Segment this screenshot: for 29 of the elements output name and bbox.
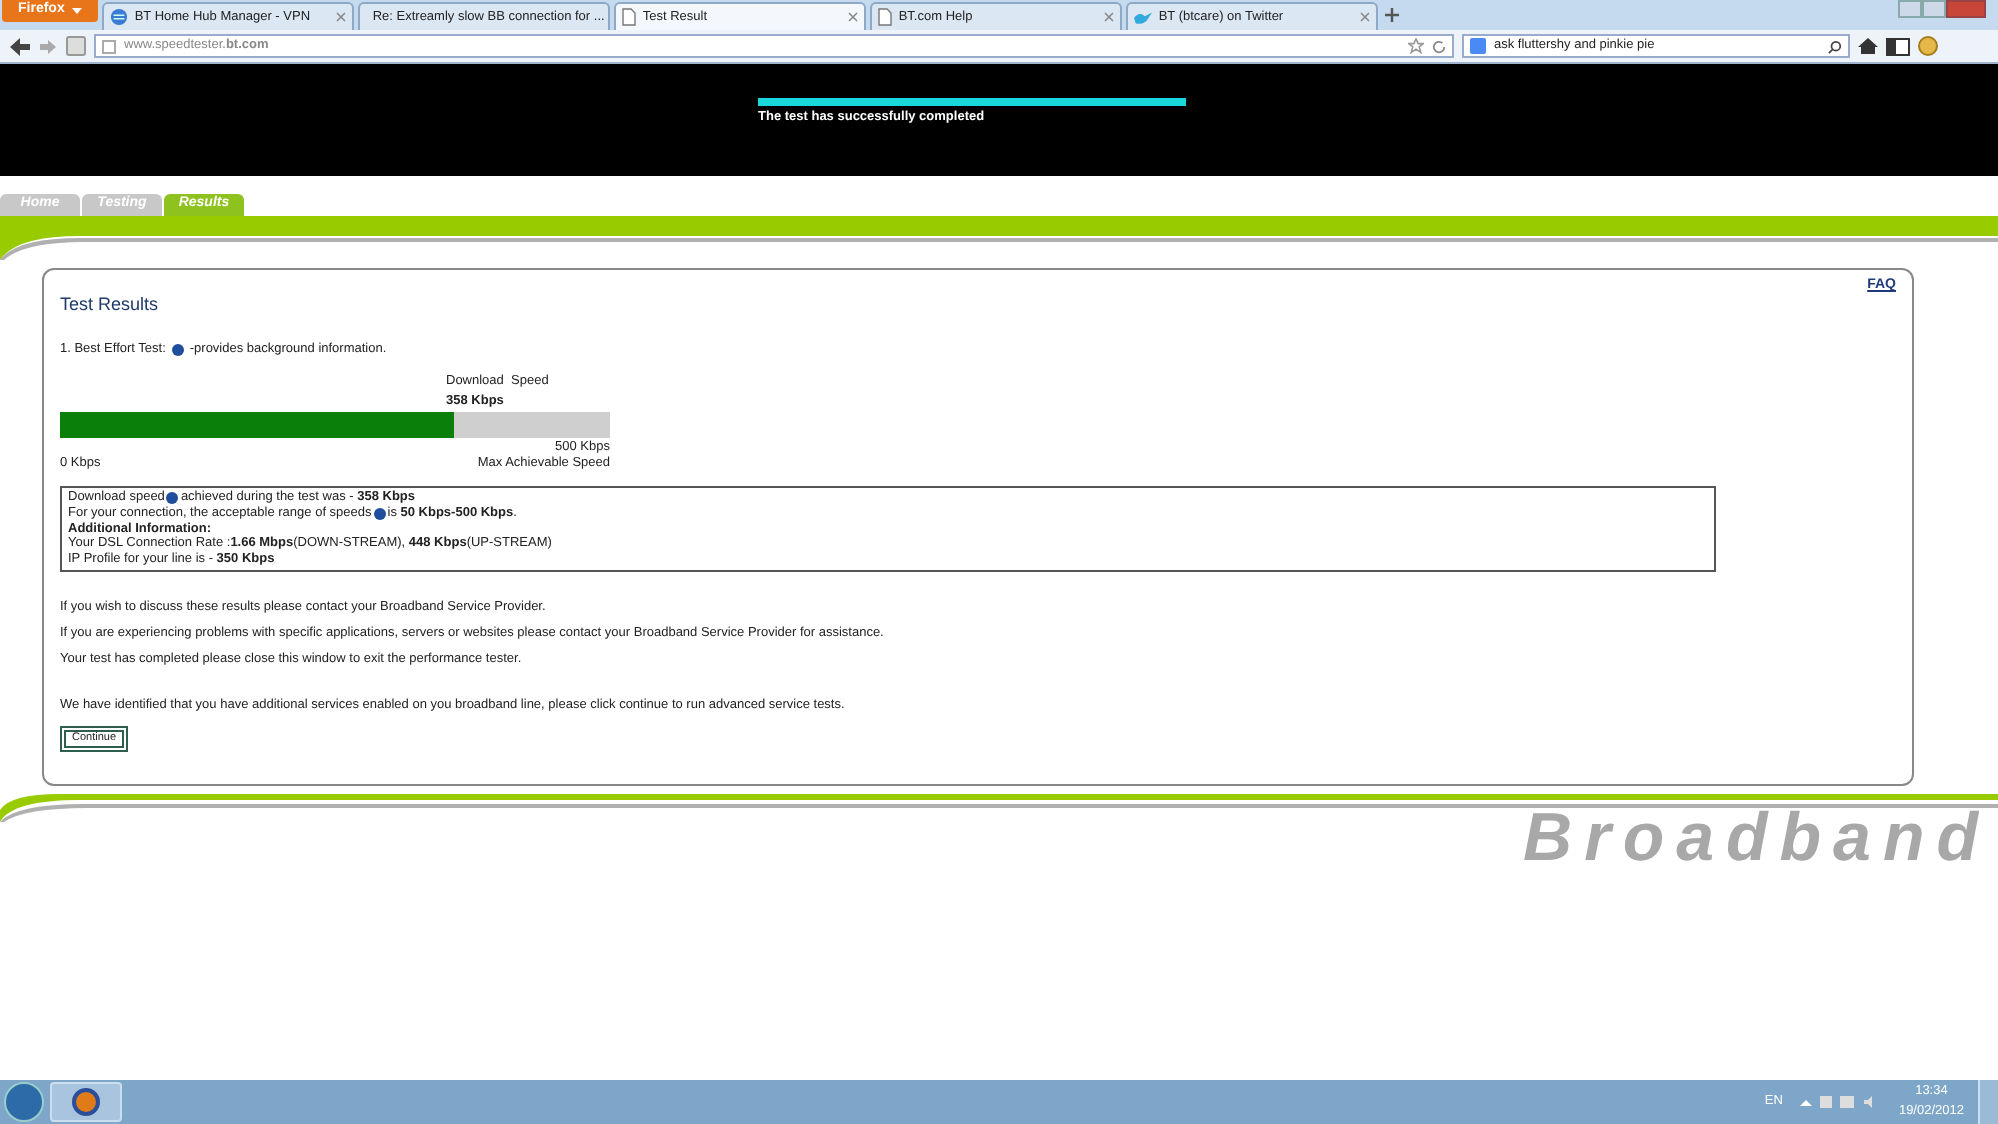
- star-icon[interactable]: [1408, 38, 1424, 54]
- close-icon[interactable]: [1104, 12, 1115, 22]
- close-icon[interactable]: [1360, 12, 1371, 22]
- caret-icon: [72, 8, 83, 14]
- addon-icon[interactable]: [1918, 36, 1938, 56]
- results-heading: Test Results: [60, 296, 161, 312]
- forward-arrow-icon[interactable]: [40, 37, 58, 55]
- page-icon: [622, 8, 637, 26]
- help-icon: [373, 507, 386, 520]
- sidebar-icon[interactable]: [1886, 37, 1910, 55]
- help-icon: [166, 491, 179, 504]
- browser-icon: [72, 1088, 100, 1116]
- bird-icon: [1134, 9, 1153, 25]
- search-engine-icon: [1470, 38, 1486, 54]
- plus-icon[interactable]: [1382, 4, 1403, 26]
- search-icon[interactable]: [1828, 39, 1842, 53]
- page-icon: [878, 8, 893, 26]
- taskbar-item[interactable]: [50, 1082, 122, 1122]
- close-icon[interactable]: [848, 12, 859, 22]
- help-icon: [171, 344, 184, 356]
- globe-icon: [110, 8, 129, 26]
- reload-icon[interactable]: [1432, 39, 1446, 53]
- close-icon[interactable]: [336, 12, 347, 22]
- window-controls-icon[interactable]: [1898, 0, 1986, 18]
- home-icon[interactable]: [1858, 36, 1878, 56]
- page-icon[interactable]: [66, 36, 86, 56]
- back-arrow-icon[interactable]: [8, 35, 32, 57]
- start-icon[interactable]: [4, 1082, 44, 1122]
- brand-text: Broadband: [1523, 802, 1990, 874]
